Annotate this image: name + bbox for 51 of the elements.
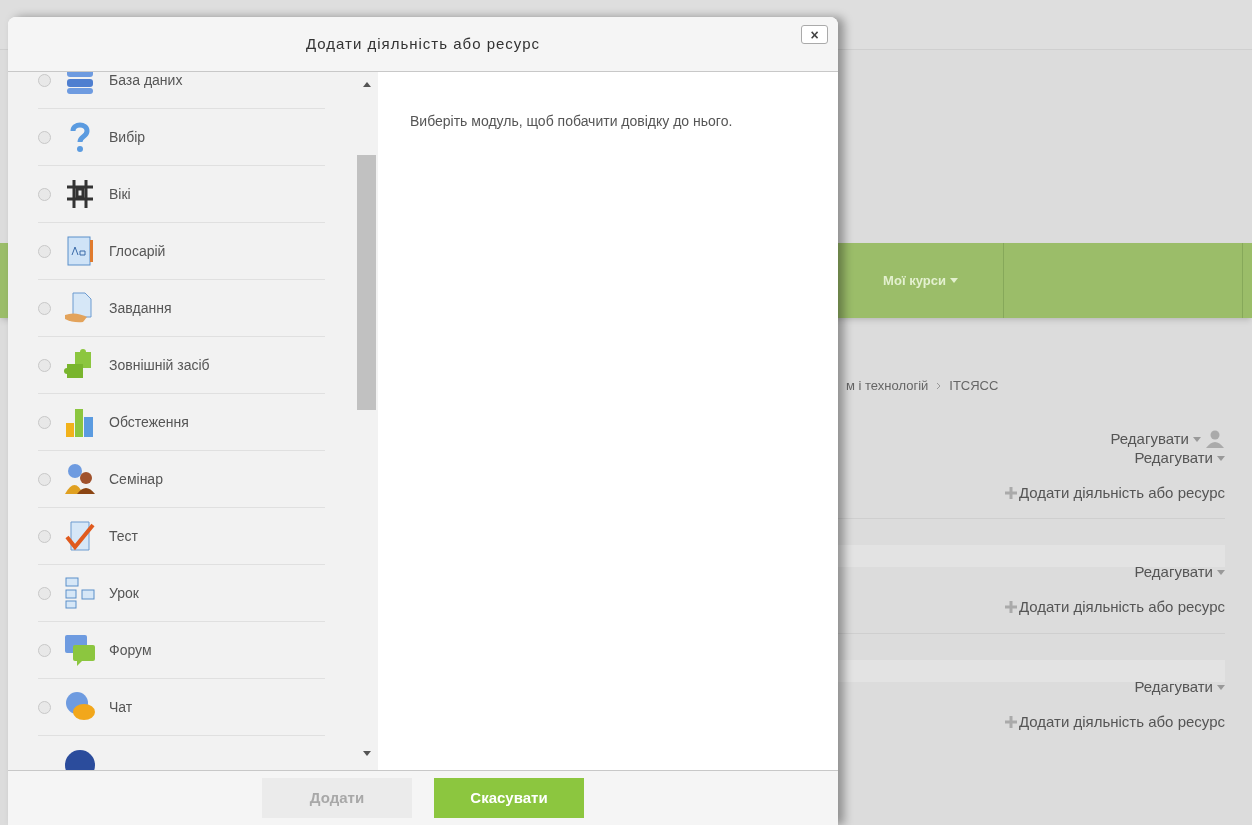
caret-icon (1217, 684, 1225, 690)
caret-icon (1193, 436, 1201, 442)
dialog-title: Додати діяльність або ресурс (305, 33, 541, 54)
edit-menu[interactable]: Редагувати (1134, 561, 1225, 584)
module-option[interactable]: Чат (38, 679, 325, 736)
plus-icon (1004, 486, 1017, 499)
people-icon (63, 462, 97, 496)
radio-button[interactable] (38, 643, 51, 657)
module-option[interactable]: Зовнішній засіб (38, 337, 325, 394)
module-option[interactable]: Обстеження (38, 394, 325, 451)
radio-button[interactable] (38, 244, 51, 258)
radio-button[interactable] (38, 415, 51, 429)
radio-button[interactable] (38, 586, 51, 600)
help-text: Виберіть модуль, щоб побачити довідку до нього. (410, 112, 734, 131)
module-option[interactable]: Урок (38, 565, 325, 622)
close-button[interactable]: × (801, 25, 828, 44)
breadcrumb-link[interactable]: ITCЯCC (949, 376, 999, 396)
radio-button[interactable] (38, 73, 51, 87)
add-activity-link[interactable]: Додати діяльність або ресурс (1004, 481, 1225, 504)
module-option[interactable]: Семінар (38, 451, 325, 508)
plus-icon (1004, 601, 1017, 614)
module-option[interactable]: Тест (38, 508, 325, 565)
radio-button[interactable] (38, 187, 51, 201)
radio-button[interactable] (38, 529, 51, 543)
scroll-up-icon (362, 82, 371, 87)
radio-button[interactable] (38, 700, 51, 714)
add-activity-link[interactable]: Додати діяльність або ресурс (1004, 596, 1225, 619)
module-option[interactable]: Вікі (38, 166, 325, 223)
module-option[interactable]: Глосарій (38, 223, 325, 280)
scrollbar-thumb[interactable] (357, 155, 376, 410)
scroll-down-icon (362, 751, 371, 756)
module-option[interactable]: База даних (38, 72, 325, 109)
module-option[interactable]: Завдання (38, 280, 325, 337)
radio-button[interactable] (38, 301, 51, 315)
radio-button[interactable] (38, 130, 51, 144)
flowchart-icon (63, 576, 97, 610)
caret-icon (949, 278, 958, 283)
plus-icon (1004, 715, 1017, 728)
module-option[interactable]: Вибір (38, 109, 325, 166)
module-option[interactable]: Форум (38, 622, 325, 679)
breadcrumb-link[interactable]: м і технологій (846, 376, 929, 396)
radio-button[interactable] (38, 358, 51, 372)
radio-button[interactable] (38, 472, 51, 486)
add-activity-link[interactable]: Додати діяльність або ресурс (1004, 710, 1225, 733)
speech-bubbles-icon (63, 633, 97, 667)
user-icon (1205, 430, 1225, 448)
caret-icon (1217, 455, 1225, 461)
edit-menu[interactable]: Редагувати (1134, 675, 1225, 699)
caret-icon (1217, 570, 1225, 575)
checklist-icon (63, 519, 97, 553)
chevron-right-icon (936, 381, 942, 390)
